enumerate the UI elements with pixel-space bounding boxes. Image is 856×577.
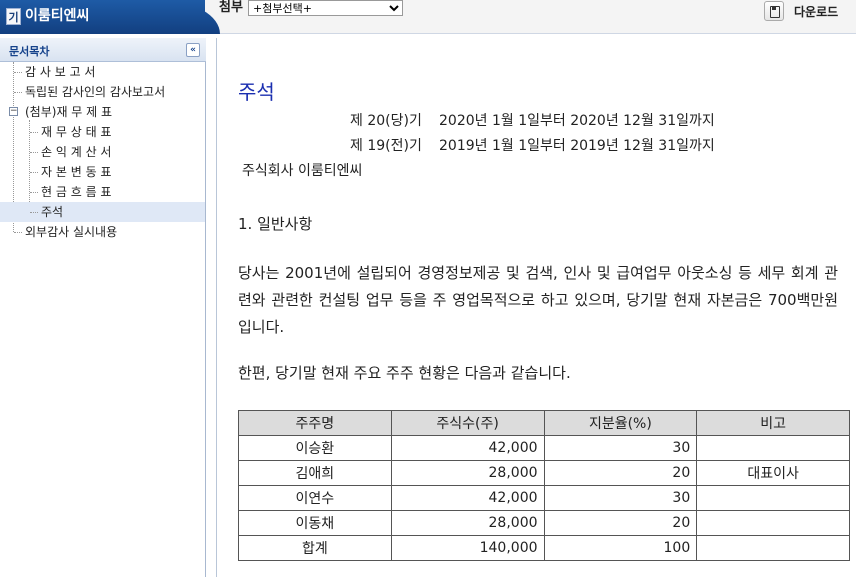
column-header: 주주명 bbox=[238, 410, 392, 436]
tree-branch-line bbox=[30, 132, 38, 133]
sidebar-item-label[interactable]: 독립된 감사인의 감사보고서 bbox=[25, 82, 165, 102]
total-label: 합계 bbox=[238, 535, 392, 561]
sidebar-header: 문서목차 « bbox=[0, 38, 206, 62]
company-name-line: 주식회사 이룸티엔씨 bbox=[242, 163, 363, 179]
share-count: 28,000 bbox=[390, 460, 545, 486]
share-count: 42,000 bbox=[390, 435, 545, 461]
tree-branch-line bbox=[14, 72, 22, 73]
tree-branch-line bbox=[30, 172, 38, 173]
sidebar-item-audit-report[interactable]: 감 사 보 고 서 bbox=[0, 62, 205, 82]
period-prior-label: 제 19(전)기 bbox=[350, 138, 422, 154]
sidebar: 문서목차 « 감 사 보 고 서 독립된 감사인의 감사보고서 − (첨부)재 … bbox=[0, 38, 206, 577]
document-view: 주석 제 20(당)기 2020년 1월 1일부터 2020년 12월 31일까… bbox=[216, 38, 856, 577]
toc-tree: 감 사 보 고 서 독립된 감사인의 감사보고서 − (첨부)재 무 제 표 재… bbox=[0, 62, 205, 242]
sidebar-item-label[interactable]: (첨부)재 무 제 표 bbox=[25, 102, 112, 122]
tree-branch-line bbox=[14, 92, 22, 93]
table-row: 이연수 42,000 30 bbox=[238, 485, 850, 511]
share-ratio: 30 bbox=[543, 485, 698, 511]
brand-bar: 기 이룸티엔씨 bbox=[0, 0, 205, 34]
note bbox=[696, 485, 850, 511]
sidebar-item-financial-statements[interactable]: − (첨부)재 무 제 표 bbox=[0, 102, 205, 122]
table-total-row: 합계 140,000 100 bbox=[238, 535, 850, 561]
table-row: 김애희 28,000 20 대표이사 bbox=[238, 460, 850, 486]
tree-branch-line bbox=[14, 232, 22, 233]
share-ratio: 30 bbox=[543, 435, 698, 461]
company-logo-icon: 기 bbox=[6, 8, 21, 25]
sidebar-item-label[interactable]: 자 본 변 동 표 bbox=[41, 162, 111, 182]
sidebar-item-auditor-report[interactable]: 독립된 감사인의 감사보고서 bbox=[0, 82, 205, 102]
share-count: 42,000 bbox=[390, 485, 545, 511]
download-button[interactable]: 다운로드 bbox=[764, 0, 838, 22]
shareholder-name: 이승환 bbox=[238, 435, 392, 461]
column-header: 비고 bbox=[696, 410, 850, 436]
attach-select[interactable]: +첨부선택+ bbox=[248, 0, 403, 16]
collapse-sidebar-button[interactable]: « bbox=[186, 43, 200, 57]
sidebar-item-label[interactable]: 주석 bbox=[41, 202, 63, 222]
sidebar-item-income-statement[interactable]: 손 익 계 산 서 bbox=[0, 142, 205, 162]
tree-branch-line bbox=[30, 212, 38, 213]
table-header-row: 주주명 주식수(주) 지분율(%) 비고 bbox=[238, 410, 850, 436]
note bbox=[696, 435, 850, 461]
collapse-toggle-icon[interactable]: − bbox=[9, 107, 18, 116]
sidebar-item-label[interactable]: 현 금 흐 름 표 bbox=[41, 182, 111, 202]
total-ratio: 100 bbox=[543, 535, 698, 561]
share-ratio: 20 bbox=[543, 510, 698, 536]
column-header: 지분율(%) bbox=[543, 410, 698, 436]
share-ratio: 20 bbox=[543, 460, 698, 486]
sidebar-item-notes[interactable]: 주석 bbox=[0, 202, 205, 222]
download-label[interactable]: 다운로드 bbox=[794, 3, 838, 20]
sidebar-item-equity-changes[interactable]: 자 본 변 동 표 bbox=[0, 162, 205, 182]
paragraph-shareholders: 한편, 당기말 현재 주요 주주 현황은 다음과 같습니다. bbox=[238, 364, 571, 382]
shareholders-table: 주주명 주식수(주) 지분율(%) 비고 이승환 42,000 30 김애희 2… bbox=[238, 410, 850, 561]
shareholder-name: 김애희 bbox=[238, 460, 392, 486]
sidebar-item-label[interactable]: 외부감사 실시내용 bbox=[25, 222, 117, 242]
shareholder-name: 이연수 bbox=[238, 485, 392, 511]
table-row: 이동채 28,000 20 bbox=[238, 510, 850, 536]
total-shares: 140,000 bbox=[390, 535, 545, 561]
note bbox=[696, 510, 850, 536]
section-heading: 1. 일반사항 bbox=[238, 215, 313, 233]
period-current-label: 제 20(당)기 bbox=[350, 113, 422, 129]
sidebar-item-label[interactable]: 손 익 계 산 서 bbox=[41, 142, 111, 162]
tree-branch-line bbox=[30, 192, 38, 193]
paragraph-general: 당사는 2001년에 설립되어 경영정보제공 및 검색, 인사 및 급여업무 아… bbox=[238, 264, 838, 336]
column-header: 주식수(주) bbox=[390, 410, 545, 436]
attach-label: 첨부 bbox=[219, 0, 243, 15]
share-count: 28,000 bbox=[390, 510, 545, 536]
sidebar-item-label[interactable]: 재 무 상 태 표 bbox=[41, 122, 111, 142]
note: 대표이사 bbox=[696, 460, 850, 486]
page-title: 주석 bbox=[238, 80, 275, 104]
sidebar-item-label[interactable]: 감 사 보 고 서 bbox=[25, 62, 95, 82]
period-prior-range: 2019년 1월 1일부터 2019년 12월 31일까지 bbox=[439, 138, 715, 154]
save-disk-icon[interactable] bbox=[764, 1, 784, 21]
note bbox=[696, 535, 850, 561]
tree-branch-line bbox=[30, 152, 38, 153]
sidebar-item-external-audit[interactable]: 외부감사 실시내용 bbox=[0, 222, 205, 242]
table-row: 이승환 42,000 30 bbox=[238, 435, 850, 461]
sidebar-item-cash-flow[interactable]: 현 금 흐 름 표 bbox=[0, 182, 205, 202]
sidebar-title: 문서목차 bbox=[9, 45, 50, 58]
top-bar: 기 이룸티엔씨 첨부 +첨부선택+ 다운로드 bbox=[0, 0, 856, 34]
sidebar-item-balance-sheet[interactable]: 재 무 상 태 표 bbox=[0, 122, 205, 142]
company-name: 이룸티엔씨 bbox=[25, 8, 90, 24]
shareholder-name: 이동채 bbox=[238, 510, 392, 536]
period-current-range: 2020년 1월 1일부터 2020년 12월 31일까지 bbox=[439, 113, 715, 129]
